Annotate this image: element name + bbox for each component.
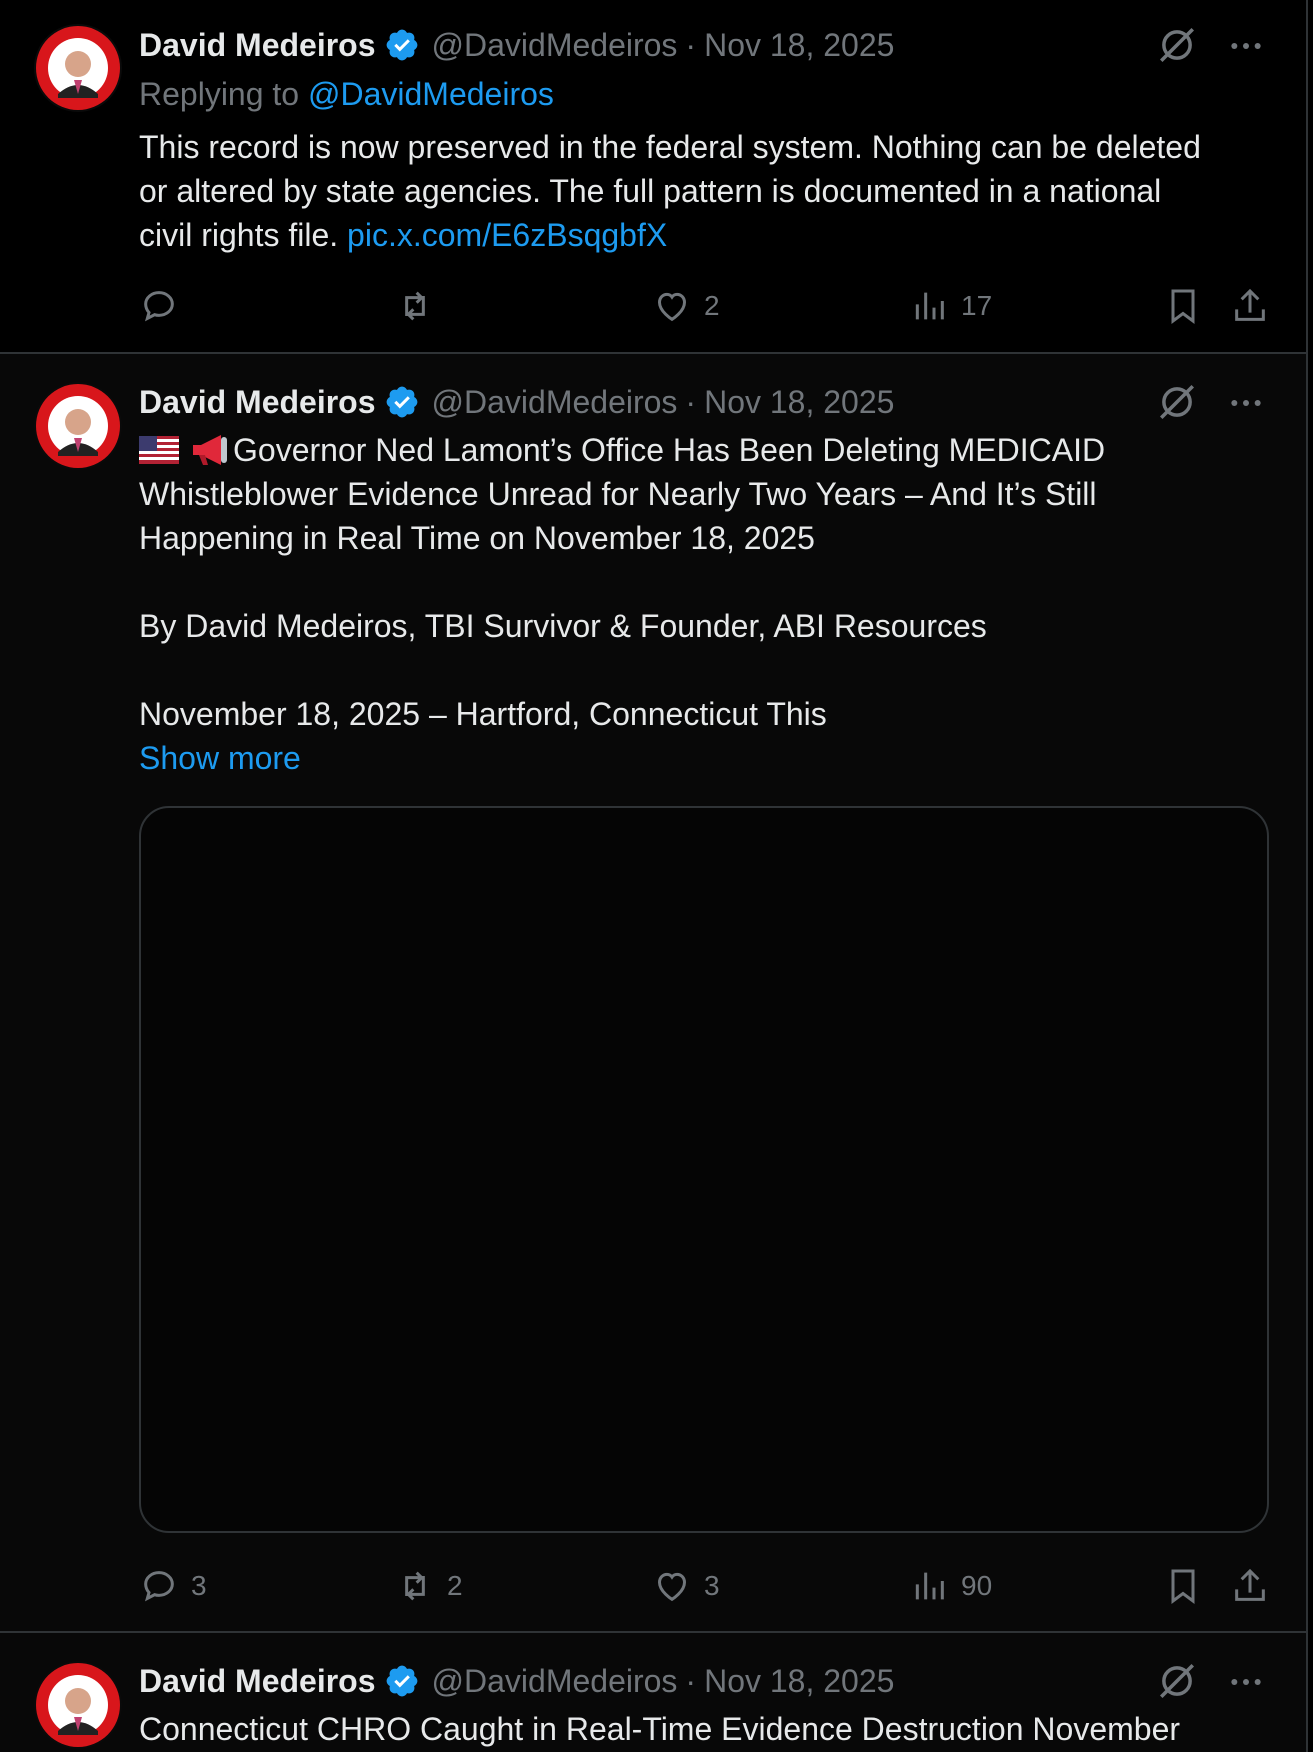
timeline: David Medeiros @DavidMedeiros · Nov 18, … [0, 0, 1308, 1752]
action-bar: 2 17 [0, 284, 1308, 328]
repost-icon [405, 1571, 425, 1601]
text-line-content: civil rights file. [139, 217, 339, 253]
text-line: Whistleblower Evidence Unread for Nearly… [139, 476, 1097, 512]
reply-button[interactable] [139, 284, 191, 328]
more-icon[interactable] [1226, 383, 1266, 423]
avatar[interactable] [34, 24, 122, 112]
post[interactable]: David Medeiros @DavidMedeiros · Nov 18, … [0, 0, 1306, 354]
post-text: Governor Ned Lamont’s Office Has Been De… [139, 428, 1264, 780]
text-line: November 18, 2025 – Hartford, Connecticu… [139, 696, 827, 732]
like-button[interactable]: 3 [652, 1564, 720, 1608]
separator: · [685, 383, 697, 420]
share-button[interactable] [1230, 1564, 1270, 1608]
reply-icon [144, 291, 174, 322]
avatar-image [36, 384, 120, 468]
views-button[interactable]: 90 [909, 1564, 992, 1608]
author-handle[interactable]: @DavidMedeiros [432, 1663, 678, 1700]
repost-count: 2 [447, 1570, 463, 1601]
post-text: This record is now preserved in the fede… [139, 125, 1264, 257]
post-date[interactable]: Nov 18, 2025 [704, 27, 894, 64]
heart-icon [657, 292, 687, 322]
replying-to-handle[interactable]: @DavidMedeiros [308, 76, 554, 112]
like-button[interactable]: 2 [652, 284, 720, 328]
verified-badge-icon [386, 29, 417, 61]
bookmark-button[interactable] [1163, 284, 1203, 328]
reply-icon [144, 1571, 174, 1602]
post[interactable]: David Medeiros @DavidMedeiros · Nov 18, … [0, 354, 1306, 1633]
bookmark-button[interactable] [1163, 1564, 1203, 1608]
heart-icon [657, 1572, 687, 1602]
post-date[interactable]: Nov 18, 2025 [704, 1663, 894, 1700]
author-name[interactable]: David Medeiros [139, 384, 376, 421]
verified-badge-icon [386, 386, 417, 418]
separator: · [685, 26, 697, 63]
text-line: Connecticut CHRO Caught in Real-Time Evi… [139, 1711, 1181, 1747]
text-line: Happening in Real Time on November 18, 2… [139, 520, 815, 556]
text-line [139, 648, 1264, 692]
grok-icon[interactable] [1156, 1660, 1198, 1702]
share-button[interactable] [1230, 284, 1270, 328]
avatar-image [36, 1663, 120, 1747]
post[interactable]: David Medeiros @DavidMedeiros · Nov 18, … [0, 1633, 1306, 1752]
views-button[interactable]: 17 [909, 284, 992, 328]
post-date[interactable]: Nov 18, 2025 [704, 384, 894, 421]
post-header: David Medeiros @DavidMedeiros · Nov 18, … [139, 1659, 894, 1703]
repost-icon [405, 291, 425, 321]
media-link[interactable]: pic.x.com/E6zBsqgbfX [347, 217, 667, 253]
text-line: civil rights file. pic.x.com/E6zBsqgbfX [139, 213, 1264, 257]
replying-to-label: Replying to [139, 76, 300, 112]
grok-icon[interactable] [1156, 381, 1198, 423]
post-text: Connecticut CHRO Caught in Real-Time Evi… [139, 1707, 1264, 1751]
flag-us-icon [139, 436, 179, 464]
share-icon [1235, 288, 1265, 321]
grok-icon[interactable] [1156, 24, 1198, 66]
post-header: David Medeiros @DavidMedeiros · Nov 18, … [139, 380, 894, 424]
view-count: 17 [961, 290, 993, 321]
verified-badge-icon [386, 1665, 417, 1697]
repost-button[interactable]: 2 [395, 1564, 463, 1608]
analytics-icon [915, 292, 944, 320]
share-icon [1235, 1568, 1265, 1601]
author-handle[interactable]: @DavidMedeiros [432, 27, 678, 64]
text-line-content: Governor Ned Lamont’s Office Has Been De… [233, 432, 1106, 468]
reply-button[interactable]: 3 [139, 1564, 207, 1608]
text-line: or altered by state agencies. The full p… [139, 173, 1162, 209]
reply-count: 3 [191, 1570, 207, 1601]
post-header: David Medeiros @DavidMedeiros · Nov 18, … [139, 23, 894, 67]
author-name[interactable]: David Medeiros [139, 1663, 376, 1700]
author-handle[interactable]: @DavidMedeiros [432, 384, 678, 421]
action-bar: 3 2 3 90 [0, 1564, 1308, 1608]
text-line: This record is now preserved in the fede… [139, 129, 1201, 165]
bookmark-icon [1171, 1569, 1195, 1604]
like-count: 3 [704, 1570, 720, 1601]
text-line: By David Medeiros, TBI Survivor & Founde… [139, 608, 987, 644]
megaphone-icon [193, 435, 227, 465]
bookmark-icon [1171, 289, 1195, 324]
text-line: Governor Ned Lamont’s Office Has Been De… [139, 428, 1264, 472]
reply-context: Replying to @DavidMedeiros [139, 76, 554, 113]
avatar[interactable] [34, 382, 122, 470]
like-count: 2 [704, 290, 720, 321]
text-line [139, 560, 1264, 604]
view-count: 90 [961, 1570, 993, 1601]
separator: · [685, 1662, 697, 1699]
author-name[interactable]: David Medeiros [139, 27, 376, 64]
media-container[interactable] [139, 806, 1269, 1533]
avatar[interactable] [34, 1661, 122, 1749]
show-more-link[interactable]: Show more [139, 736, 1264, 780]
more-icon[interactable] [1226, 26, 1266, 66]
more-icon[interactable] [1226, 1662, 1266, 1702]
avatar-image [36, 26, 120, 110]
repost-button[interactable] [395, 284, 447, 328]
analytics-icon [915, 1572, 944, 1600]
